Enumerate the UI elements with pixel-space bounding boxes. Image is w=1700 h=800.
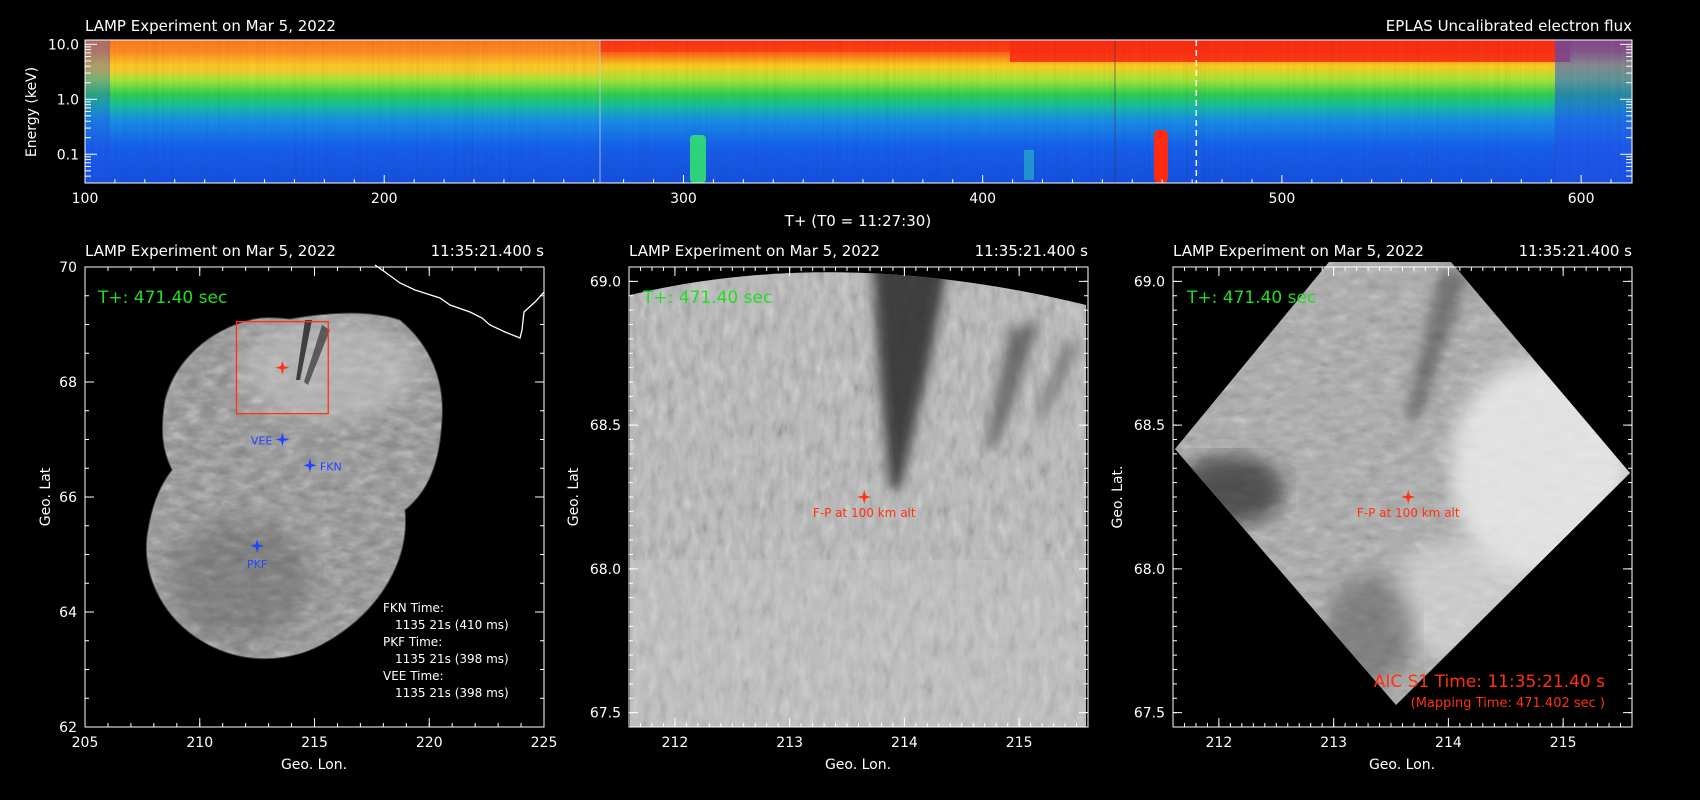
x-tick-label: 200 — [371, 191, 398, 207]
panel3-xlabel: Geo. Lon. — [1369, 757, 1435, 773]
zoom-image — [630, 272, 1086, 727]
x-tick-label: 213 — [776, 735, 803, 751]
x-tick-label: 212 — [1206, 735, 1233, 751]
station-times: FKN Time: 1135 21s (410 ms) PKF Time: 11… — [383, 601, 509, 700]
panel1-xlabel: Geo. Lon. — [281, 757, 347, 773]
x-tick-label: 100 — [72, 191, 99, 207]
station-label: VEE — [251, 435, 272, 448]
x-tick-label: 225 — [531, 735, 558, 751]
spectrogram-ylabel: Energy (keV) — [24, 67, 40, 157]
panel3-ylabel: Geo. Lat. — [1110, 466, 1126, 529]
x-tick-label: 500 — [1269, 191, 1296, 207]
station-time-line: 1135 21s (410 ms) — [395, 618, 509, 632]
station-time-line: VEE Time: — [383, 669, 444, 683]
panel1-time: 11:35:21.400 s — [431, 242, 545, 260]
station-label: PKF — [247, 558, 267, 571]
event-green — [690, 135, 706, 183]
station-time-line: PKF Time: — [383, 635, 442, 649]
y-tick-label: 69.0 — [1134, 274, 1165, 290]
panel2-ylabel: Geo. Lat — [566, 467, 582, 526]
panel2-xlabel: Geo. Lon. — [825, 757, 891, 773]
panel1-ylabel: Geo. Lat — [38, 467, 54, 526]
y-tick-label: 70 — [59, 260, 77, 276]
aic-time: AIC S1 Time: 11:35:21.40 s — [1374, 672, 1605, 692]
spectrogram-subtitle: EPLAS Uncalibrated electron flux — [1386, 17, 1632, 35]
x-tick-label: 300 — [670, 191, 697, 207]
x-tick-label: 214 — [891, 735, 918, 751]
spectrogram-panel: LAMP Experiment on Mar 5, 2022 EPLAS Unc… — [24, 17, 1633, 230]
station-time-line: 1135 21s (398 ms) — [395, 652, 509, 666]
x-tick-label: 215 — [1006, 735, 1033, 751]
panel2-tplus: T+: 471.40 sec — [642, 288, 772, 308]
y-tick-label: 10.0 — [48, 37, 79, 53]
y-tick-label: 69.0 — [590, 274, 621, 290]
x-tick-label: 210 — [186, 735, 213, 751]
event-red — [1154, 130, 1168, 183]
panel2-time: 11:35:21.400 s — [975, 242, 1089, 260]
x-tick-label: 205 — [72, 735, 99, 751]
y-tick-label: 68.5 — [1134, 418, 1165, 434]
x-tick-label: 215 — [301, 735, 328, 751]
y-tick-label: 68.0 — [590, 562, 621, 578]
y-tick-label: 62 — [59, 720, 77, 736]
x-tick-label: 220 — [416, 735, 443, 751]
aic-panel: LAMP Experiment on Mar 5, 2022 11:35:21.… — [1110, 242, 1633, 773]
y-tick-label: 67.5 — [1134, 706, 1165, 722]
mosaic-panel: LAMP Experiment on Mar 5, 2022 11:35:21.… — [38, 242, 557, 773]
y-tick-label: 68.5 — [590, 418, 621, 434]
y-tick-label: 64 — [59, 605, 77, 621]
spectrogram-title: LAMP Experiment on Mar 5, 2022 — [85, 17, 336, 35]
x-tick-label: 214 — [1435, 735, 1462, 751]
aic-image — [1175, 262, 1630, 705]
footpoint-label: F-P at 100 km alt — [813, 506, 916, 520]
mapping-time: (Mapping Time: 471.402 sec ) — [1411, 696, 1605, 711]
station-time-line: FKN Time: — [383, 601, 444, 615]
spectrogram-image — [85, 40, 1632, 183]
panel3-time: 11:35:21.400 s — [1519, 242, 1633, 260]
spectrogram-xlabel: T+ (T0 = 11:27:30) — [784, 212, 931, 230]
panel1-tplus: T+: 471.40 sec — [97, 288, 227, 308]
footpoint-label: F-P at 100 km alt — [1357, 506, 1460, 520]
y-tick-label: 67.5 — [590, 706, 621, 722]
station-time-line: 1135 21s (398 ms) — [395, 686, 509, 700]
y-tick-label: 68.0 — [1134, 562, 1165, 578]
panel1-title: LAMP Experiment on Mar 5, 2022 — [85, 242, 336, 260]
x-tick-label: 400 — [969, 191, 996, 207]
y-tick-label: 1.0 — [57, 92, 79, 108]
x-tick-label: 213 — [1320, 735, 1347, 751]
panel2-title: LAMP Experiment on Mar 5, 2022 — [629, 242, 880, 260]
x-tick-label: 215 — [1550, 735, 1577, 751]
station-label: FKN — [320, 460, 342, 473]
y-tick-label: 66 — [59, 490, 77, 506]
zoom-panel: LAMP Experiment on Mar 5, 2022 11:35:21.… — [566, 242, 1089, 773]
figure: LAMP Experiment on Mar 5, 2022 EPLAS Unc… — [24, 17, 1633, 773]
panel3-title: LAMP Experiment on Mar 5, 2022 — [1173, 242, 1424, 260]
panel3-tplus: T+: 471.40 sec — [1186, 288, 1316, 308]
y-tick-label: 0.1 — [57, 147, 79, 163]
x-tick-label: 212 — [662, 735, 689, 751]
x-tick-label: 600 — [1568, 191, 1595, 207]
y-tick-label: 68 — [59, 375, 77, 391]
